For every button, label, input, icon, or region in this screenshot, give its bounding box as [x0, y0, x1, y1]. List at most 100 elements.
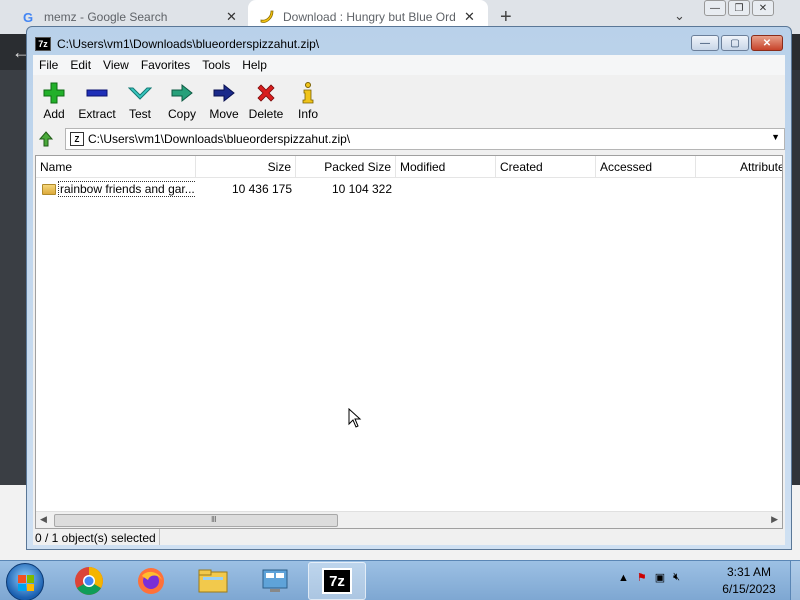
column-accessed[interactable]: Accessed — [596, 156, 696, 178]
copy-button[interactable]: Copy — [161, 77, 203, 123]
google-icon: G — [22, 9, 34, 25]
table-row[interactable]: rainbow friends and gar... 10 436 175 10… — [36, 180, 782, 198]
copy-icon — [170, 81, 194, 105]
maximize-button[interactable]: ▢ — [721, 35, 749, 51]
status-selected: 0 / 1 object(s) selected — [35, 531, 156, 545]
tab-close-icon[interactable]: ✕ — [464, 9, 475, 25]
browser-restore-button[interactable]: ❐ — [728, 0, 750, 16]
info-label: Info — [297, 107, 318, 121]
7zip-taskbar-icon: 7z — [322, 568, 352, 594]
tab-title: memz - Google Search — [44, 10, 168, 24]
row-name-cell[interactable]: rainbow friends and gar... — [38, 180, 196, 198]
address-path: C:\Users\vm1\Downloads\blueorderspizzahu… — [88, 132, 351, 146]
menu-view[interactable]: View — [97, 58, 135, 72]
move-label: Move — [209, 107, 239, 121]
banana-icon — [260, 10, 274, 23]
taskbar-firefox[interactable] — [122, 562, 180, 600]
firefox-icon — [138, 568, 164, 594]
folder-icon — [198, 569, 228, 593]
info-button[interactable]: Info — [287, 77, 329, 123]
up-arrow-icon — [38, 131, 54, 147]
minimize-button[interactable]: — — [691, 35, 719, 51]
taskbar-control-panel[interactable] — [246, 562, 304, 600]
taskbar-7zip[interactable]: 7z — [308, 562, 366, 600]
column-created[interactable]: Created — [496, 156, 596, 178]
add-label: Add — [43, 107, 65, 121]
copy-label: Copy — [167, 107, 196, 121]
tab-search-chevron-icon[interactable]: ⌄ — [674, 8, 685, 24]
window-controls: — ▢ ✕ — [691, 35, 783, 51]
taskbar-clock[interactable]: 3:31 AM 6/15/2023 — [714, 564, 784, 598]
window-client-area: File Edit View Favorites Tools Help Add … — [33, 55, 785, 545]
show-desktop-button[interactable] — [790, 561, 800, 600]
zip-archive-icon: Z — [70, 132, 84, 146]
tab-title: Download : Hungry but Blue Ord — [283, 10, 456, 24]
row-accessed — [596, 180, 696, 198]
mouse-cursor-icon — [348, 408, 362, 428]
status-bar: 0 / 1 object(s) selected — [33, 529, 785, 545]
7zip-window: 7z C:\Users\vm1\Downloads\blueorderspizz… — [26, 26, 792, 550]
delete-button[interactable]: Delete — [245, 77, 287, 123]
7zip-app-icon: 7z — [35, 37, 51, 51]
action-center-flag-icon[interactable]: ⚑ — [637, 571, 647, 584]
background-right-strip — [792, 70, 800, 490]
taskbar-chrome[interactable] — [60, 562, 118, 600]
menu-tools[interactable]: Tools — [196, 58, 236, 72]
column-name[interactable]: Name — [36, 156, 196, 178]
column-modified[interactable]: Modified — [396, 156, 496, 178]
browser-close-button[interactable]: ✕ — [752, 0, 774, 16]
menu-help[interactable]: Help — [236, 58, 273, 72]
address-dropdown-icon[interactable]: ▼ — [771, 132, 780, 142]
move-button[interactable]: Move — [203, 77, 245, 123]
test-button[interactable]: Test — [119, 77, 161, 123]
horizontal-scrollbar[interactable]: ◀ Ⅲ ▶ — [36, 511, 782, 528]
clock-date: 6/15/2023 — [722, 582, 776, 596]
menu-edit[interactable]: Edit — [64, 58, 97, 72]
start-button[interactable] — [6, 563, 44, 600]
column-attributes[interactable]: Attribute — [736, 156, 782, 178]
row-created — [496, 180, 596, 198]
column-size[interactable]: Size — [196, 156, 296, 178]
extract-button[interactable]: Extract — [75, 77, 119, 123]
background-left-strip — [0, 70, 26, 490]
delete-label: Delete — [248, 107, 284, 121]
taskbar: 7z ▲ ⚑ ▣ 🔇︎ 3:31 AM 6/15/2023 — [0, 560, 800, 600]
scroll-right-arrow-icon[interactable]: ▶ — [771, 514, 778, 525]
address-bar: Z C:\Users\vm1\Downloads\blueorderspizza… — [33, 127, 785, 151]
clock-time: 3:31 AM — [726, 565, 772, 579]
scroll-grip-icon: Ⅲ — [211, 515, 217, 524]
scroll-left-arrow-icon[interactable]: ◀ — [40, 514, 47, 525]
column-header-row: Name Size Packed Size Modified Created A… — [36, 156, 782, 178]
column-packed-size[interactable]: Packed Size — [296, 156, 396, 178]
volume-muted-icon[interactable]: 🔇︎ — [673, 571, 680, 584]
menu-bar: File Edit View Favorites Tools Help — [33, 55, 785, 75]
row-name: rainbow friends and gar... — [58, 181, 196, 197]
test-icon — [128, 81, 152, 105]
extract-label: Extract — [78, 107, 116, 121]
tab-close-icon[interactable]: ✕ — [226, 9, 237, 25]
close-button[interactable]: ✕ — [751, 35, 783, 51]
menu-file[interactable]: File — [33, 58, 64, 72]
extract-icon — [85, 81, 109, 105]
browser-minimize-button[interactable]: — — [704, 0, 726, 16]
address-field[interactable]: Z C:\Users\vm1\Downloads\blueorderspizza… — [65, 128, 785, 150]
up-folder-button[interactable] — [33, 128, 59, 150]
test-label: Test — [128, 107, 151, 121]
row-modified — [396, 180, 496, 198]
control-panel-icon — [262, 569, 288, 592]
windows-logo-icon — [18, 575, 34, 591]
system-tray: ▲ ⚑ ▣ 🔇︎ — [618, 571, 680, 584]
network-icon[interactable]: ▣ — [655, 571, 665, 584]
window-title: C:\Users\vm1\Downloads\blueorderspizzahu… — [57, 37, 320, 51]
window-titlebar: 7z C:\Users\vm1\Downloads\blueorderspizz… — [35, 35, 319, 53]
toolbar: Add Extract Test Copy Move Delete Info — [33, 77, 785, 123]
show-hidden-icons-icon[interactable]: ▲ — [618, 572, 629, 584]
menu-favorites[interactable]: Favorites — [135, 58, 196, 72]
add-button[interactable]: Add — [33, 77, 75, 123]
row-size: 10 436 175 — [231, 182, 292, 196]
scroll-thumb[interactable]: Ⅲ — [54, 514, 338, 527]
row-attributes — [736, 180, 782, 198]
taskbar-file-explorer[interactable] — [184, 562, 242, 600]
file-list: Name Size Packed Size Modified Created A… — [35, 155, 783, 529]
row-packed-size: 10 104 322 — [331, 182, 392, 196]
